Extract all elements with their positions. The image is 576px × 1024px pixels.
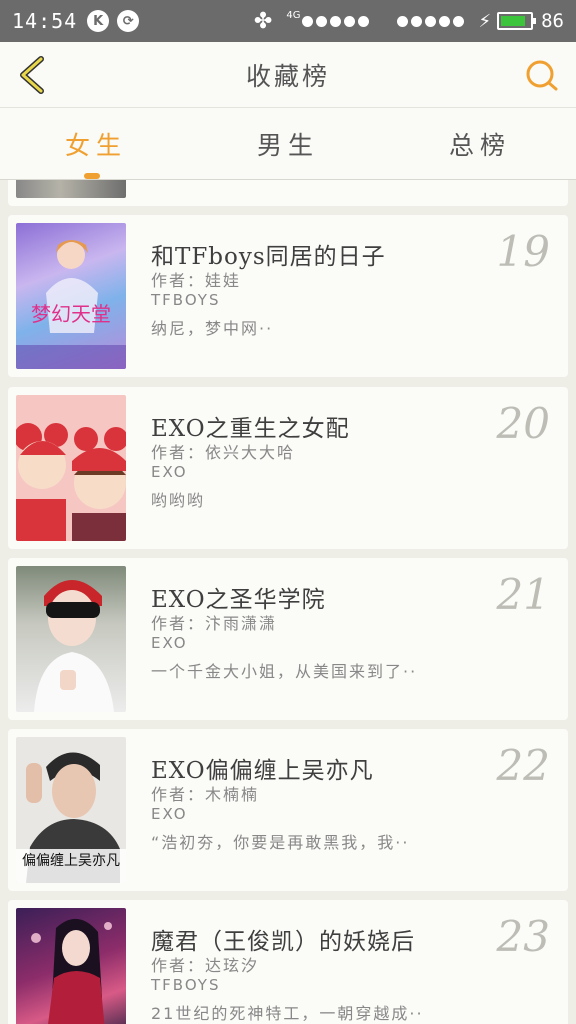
page-title: 收藏榜 <box>245 61 330 91</box>
cover-art <box>31 918 112 1024</box>
charging-icon: ⚡ <box>478 10 492 32</box>
list-item[interactable]: EXO之圣华学院 作者：汴雨潇潇 EXO 一个千金大小姐，从美国来到了·· 21 <box>8 558 568 720</box>
book-author: 作者：依兴大大哈 <box>151 443 296 462</box>
rank-number: 19 <box>496 227 550 276</box>
tab-label: 总榜 <box>448 130 511 160</box>
tab-overall[interactable]: 总榜 <box>384 108 576 179</box>
book-author: 作者：娃娃 <box>151 271 242 290</box>
tab-bar: 女生 男生 总榜 <box>0 108 576 180</box>
tab-active-indicator <box>84 173 100 179</box>
battery-percent: 86 <box>541 10 564 32</box>
ranking-list: 梦幻天堂 和TFboys同居的日子 作者：娃娃 TFBOYS 纳尼，梦中网·· … <box>0 180 576 1024</box>
clover-icon: ✤ <box>253 8 273 34</box>
list-item-partial[interactable] <box>8 180 568 206</box>
rank-number: 22 <box>496 741 550 790</box>
cover-art <box>34 580 114 712</box>
book-tag: TFBOYS <box>151 976 221 994</box>
signal-icon <box>302 15 370 27</box>
book-cover: 偏偏缠上吴亦凡 <box>16 737 126 883</box>
book-author: 作者：木楠楠 <box>151 785 260 804</box>
sync-icon: ⟳ <box>117 10 140 32</box>
book-desc: 纳尼，梦中网·· <box>151 319 274 338</box>
tab-female[interactable]: 女生 <box>0 108 192 179</box>
cover-art: 偏偏缠上吴亦凡 <box>16 752 126 883</box>
book-tag: TFBOYS <box>151 291 221 309</box>
rank-number: 21 <box>496 570 550 619</box>
book-title: 魔君（王俊凯）的妖娆后 <box>151 929 415 955</box>
book-cover <box>16 180 126 198</box>
book-desc: 一个千金大小姐，从美国来到了·· <box>151 662 418 681</box>
list-item[interactable]: EXO之重生之女配 作者：依兴大大哈 EXO 哟哟哟 20 <box>8 387 568 549</box>
tab-male[interactable]: 男生 <box>192 108 384 179</box>
status-time: 14:54 <box>12 9 78 33</box>
book-title: 和TFboys同居的日子 <box>151 244 386 270</box>
book-cover <box>16 566 126 712</box>
book-desc: 哟哟哟 <box>151 491 206 510</box>
app-header: 收藏榜 <box>0 42 576 108</box>
cover-title: 偏偏缠上吴亦凡 <box>22 852 120 869</box>
network-type: 4G <box>286 10 301 21</box>
cover-art <box>16 423 126 541</box>
book-desc: “浩初夯，你要是再敢黑我，我·· <box>151 833 410 852</box>
rank-number: 20 <box>496 399 550 448</box>
book-tag: EXO <box>151 463 188 481</box>
back-button[interactable] <box>12 54 52 96</box>
tab-label: 男生 <box>256 130 319 160</box>
k-app-icon: K <box>87 10 110 32</box>
search-button[interactable] <box>522 56 562 96</box>
book-title: EXO之圣华学院 <box>151 587 326 613</box>
signal-icon-2 <box>397 15 465 27</box>
search-icon <box>526 60 558 91</box>
cover-title: 梦幻天堂 <box>31 302 111 326</box>
battery-icon <box>497 12 537 30</box>
book-cover <box>16 908 126 1024</box>
book-title: EXO偏偏缠上吴亦凡 <box>151 758 374 784</box>
tab-label: 女生 <box>64 130 127 160</box>
cover-art: 梦幻天堂 <box>16 240 126 369</box>
book-author: 作者：汴雨潇潇 <box>151 614 278 633</box>
book-cover: 梦幻天堂 <box>16 223 126 369</box>
list-item[interactable]: 梦幻天堂 和TFboys同居的日子 作者：娃娃 TFBOYS 纳尼，梦中网·· … <box>8 215 568 377</box>
book-author: 作者：达玹汐 <box>151 956 260 975</box>
book-cover <box>16 395 126 541</box>
list-item[interactable]: 魔君（王俊凯）的妖娆后 作者：达玹汐 TFBOYS 21世纪的死神特工，一朝穿越… <box>8 900 568 1024</box>
book-title: EXO之重生之女配 <box>151 416 350 442</box>
book-tag: EXO <box>151 805 188 823</box>
status-bar: 14:54 K ⟳ ✤ 4G ⚡ 86 <box>0 0 576 42</box>
list-item[interactable]: 偏偏缠上吴亦凡 EXO偏偏缠上吴亦凡 作者：木楠楠 EXO “浩初夯，你要是再敢… <box>8 729 568 891</box>
book-desc: 21世纪的死神特工，一朝穿越成·· <box>151 1004 424 1023</box>
book-tag: EXO <box>151 634 188 652</box>
back-arrow-icon <box>20 56 44 94</box>
rank-number: 23 <box>496 912 550 961</box>
